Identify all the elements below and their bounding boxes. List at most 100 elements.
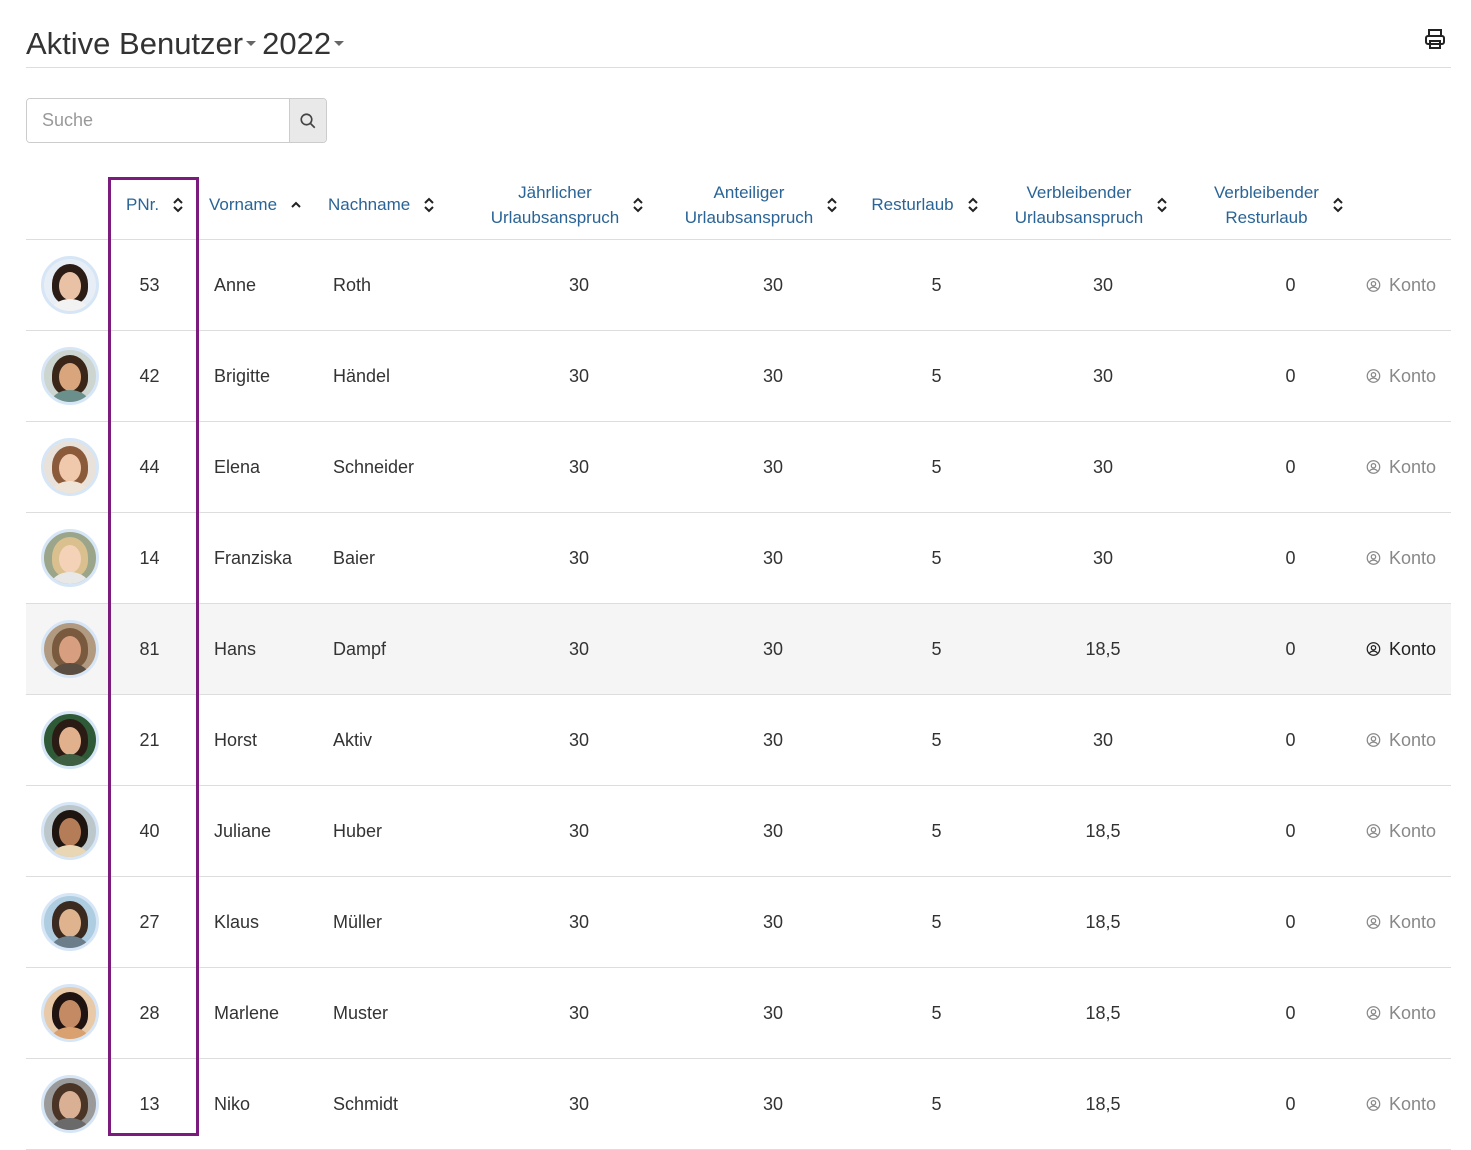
printer-icon[interactable] — [1423, 27, 1451, 55]
cell-verbl-anspruch: 30 — [991, 421, 1191, 513]
cell-jaehrlich: 30 — [470, 1058, 664, 1150]
avatar-cell — [26, 512, 108, 604]
avatar — [41, 256, 99, 314]
col-header-verbl-anspruch[interactable]: Verbleibender Urlaubsanspruch — [991, 170, 1191, 240]
avatar — [41, 984, 99, 1042]
table-row: 40 Juliane Huber 30 30 5 18,5 0 Konto — [26, 785, 1451, 877]
users-table: PNr. Vorname Nachname Jährlicher Urlaubsa… — [26, 170, 1451, 1150]
konto-label: Konto — [1388, 1093, 1436, 1114]
konto-label: Konto — [1388, 456, 1436, 477]
cell-vorname: Elena — [209, 421, 328, 513]
col-header-vorname[interactable]: Vorname — [209, 170, 328, 240]
avatar-cell — [26, 967, 108, 1059]
avatar — [41, 1075, 99, 1133]
avatar — [41, 529, 99, 587]
col-header-verbl-rest[interactable]: Verbleibender Resturlaub — [1191, 170, 1366, 240]
col-header-resturlaub[interactable]: Resturlaub — [858, 170, 991, 240]
search-button[interactable] — [289, 99, 326, 142]
page-title: Aktive Benutzer 2022 — [26, 24, 350, 62]
cell-nachname: Baier — [328, 512, 470, 604]
cell-action: Konto — [1366, 239, 1451, 331]
sort-both-icon — [173, 197, 183, 212]
table-row: 21 Horst Aktiv 30 30 5 30 0 Konto — [26, 694, 1451, 786]
konto-label: Konto — [1388, 729, 1436, 750]
user-circle-icon — [1366, 915, 1381, 929]
user-circle-icon — [1366, 1006, 1381, 1020]
konto-link[interactable]: Konto — [1366, 912, 1451, 933]
user-circle-icon — [1366, 278, 1381, 292]
cell-anteilig: 30 — [664, 1058, 858, 1150]
cell-action: Konto — [1366, 330, 1451, 422]
cell-anteilig: 30 — [664, 876, 858, 968]
table-row: 28 Marlene Muster 30 30 5 18,5 0 Konto — [26, 967, 1451, 1059]
avatar-cell — [26, 603, 108, 695]
col-header-jaehrlich[interactable]: Jährlicher Urlaubsanspruch — [470, 170, 664, 240]
konto-link[interactable]: Konto — [1366, 275, 1451, 296]
konto-label: Konto — [1388, 365, 1436, 386]
cell-anteilig: 30 — [664, 694, 858, 786]
table-row: 13 Niko Schmidt 30 30 5 18,5 0 Konto — [26, 1058, 1451, 1150]
cell-pnr: 21 — [108, 694, 209, 786]
title-dropdown-caret-icon[interactable] — [246, 41, 257, 47]
cell-pnr: 14 — [108, 512, 209, 604]
konto-link[interactable]: Konto — [1366, 639, 1451, 660]
cell-nachname: Schmidt — [328, 1058, 470, 1150]
konto-link[interactable]: Konto — [1366, 457, 1451, 478]
konto-label: Konto — [1388, 820, 1436, 841]
cell-nachname: Schneider — [328, 421, 470, 513]
year-dropdown-caret-icon[interactable] — [334, 41, 345, 47]
avatar-cell — [26, 694, 108, 786]
konto-link[interactable]: Konto — [1366, 1003, 1451, 1024]
cell-action: Konto — [1366, 967, 1451, 1059]
col-header-nachname[interactable]: Nachname — [328, 170, 470, 240]
cell-nachname: Muster — [328, 967, 470, 1059]
user-circle-icon — [1366, 460, 1381, 474]
col-header-pnr[interactable]: PNr. — [108, 170, 209, 240]
search-input[interactable] — [27, 99, 289, 142]
user-circle-icon — [1366, 551, 1381, 565]
cell-pnr: 53 — [108, 239, 209, 331]
sort-both-icon — [633, 197, 643, 212]
table-row: 81 Hans Dampf 30 30 5 18,5 0 Konto — [26, 603, 1451, 695]
cell-nachname: Dampf — [328, 603, 470, 695]
cell-verbl-anspruch: 30 — [991, 694, 1191, 786]
cell-resturlaub: 5 — [858, 785, 991, 877]
year-selector[interactable]: 2022 — [262, 26, 331, 61]
table-row: 27 Klaus Müller 30 30 5 18,5 0 Konto — [26, 876, 1451, 968]
col-header-anteilig[interactable]: Anteiliger Urlaubsanspruch — [664, 170, 858, 240]
cell-pnr: 42 — [108, 330, 209, 422]
cell-verbl-anspruch: 30 — [991, 239, 1191, 331]
table-row: 42 Brigitte Händel 30 30 5 30 0 Konto — [26, 330, 1451, 422]
search-group — [26, 98, 327, 143]
sort-both-icon — [424, 197, 434, 212]
cell-verbl-rest: 0 — [1191, 785, 1366, 877]
konto-label: Konto — [1388, 1002, 1436, 1023]
cell-resturlaub: 5 — [858, 603, 991, 695]
konto-link[interactable]: Konto — [1366, 730, 1451, 751]
cell-verbl-rest: 0 — [1191, 512, 1366, 604]
avatar — [41, 802, 99, 860]
sort-both-icon — [967, 197, 978, 212]
avatar-cell — [26, 785, 108, 877]
cell-resturlaub: 5 — [858, 967, 991, 1059]
cell-jaehrlich: 30 — [470, 512, 664, 604]
page-header: Aktive Benutzer 2022 — [26, 22, 1451, 68]
cell-pnr: 44 — [108, 421, 209, 513]
cell-vorname: Franziska — [209, 512, 328, 604]
cell-action: Konto — [1366, 1058, 1451, 1150]
konto-link[interactable]: Konto — [1366, 366, 1451, 387]
cell-anteilig: 30 — [664, 512, 858, 604]
konto-label: Konto — [1388, 911, 1436, 932]
konto-link[interactable]: Konto — [1366, 1094, 1451, 1115]
cell-vorname: Anne — [209, 239, 328, 331]
avatar-cell — [26, 1058, 108, 1150]
cell-pnr: 40 — [108, 785, 209, 877]
cell-jaehrlich: 30 — [470, 876, 664, 968]
konto-link[interactable]: Konto — [1366, 548, 1451, 569]
cell-resturlaub: 5 — [858, 1058, 991, 1150]
konto-link[interactable]: Konto — [1366, 821, 1451, 842]
cell-resturlaub: 5 — [858, 876, 991, 968]
konto-label: Konto — [1388, 547, 1436, 568]
cell-vorname: Juliane — [209, 785, 328, 877]
user-circle-icon — [1366, 824, 1381, 838]
